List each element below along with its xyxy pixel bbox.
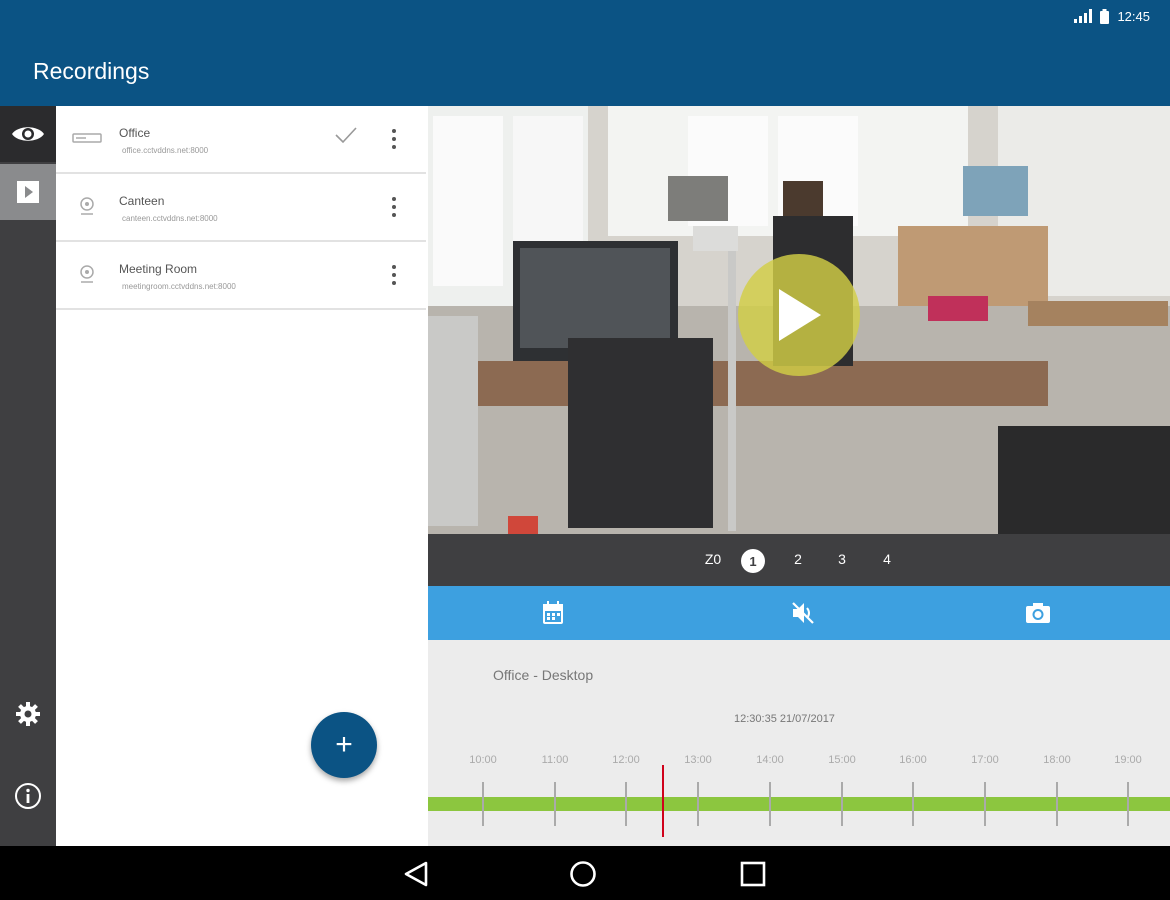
clock: 12:45 [1117,8,1150,24]
hour-label: 13:00 [684,754,712,766]
dvr-icon [72,133,102,143]
webcam-icon [80,197,94,215]
playhead[interactable] [662,765,664,837]
rail-recordings[interactable] [0,164,56,220]
pager-page-1[interactable]: 1 [741,549,765,573]
back-triangle-icon [404,861,428,887]
back-button[interactable] [400,858,432,890]
play-button[interactable] [738,254,860,376]
hour-label: 15:00 [828,754,856,766]
rail-info[interactable] [0,768,56,824]
camera-item-office[interactable]: Office office.cctvddns.net:8000 [56,106,426,174]
app-root: 12:45 Recordings Office office.cctvddns.… [0,0,1170,900]
hour-label: 10:00 [469,754,497,766]
clip-title: Office - Desktop [493,667,594,683]
channel-pager: Z0 1 2 3 4 [428,534,1170,586]
hour-tick [841,782,843,826]
calendar-button[interactable] [539,599,567,627]
pager-page-3[interactable]: 3 [830,551,854,567]
eye-icon [12,127,44,141]
camera-icon [1026,603,1050,623]
app-bar: 12:45 Recordings [0,0,1170,106]
camera-item-canteen[interactable]: Canteen canteen.cctvddns.net:8000 [56,174,426,242]
check-icon [335,127,357,144]
hour-tick [554,782,556,826]
camera-item-meeting-room[interactable]: Meeting Room meetingroom.cctvddns.net:80… [56,242,426,310]
hour-tick [625,782,627,826]
hour-tick [1127,782,1129,826]
hour-tick [697,782,699,826]
hour-label: 19:00 [1114,754,1142,766]
recording-bar[interactable] [428,797,1170,811]
info-icon [15,783,41,809]
hour-label: 17:00 [971,754,999,766]
home-circle-icon [570,861,596,887]
calendar-icon [543,601,563,624]
recents-button[interactable] [737,858,769,890]
pager-page-2[interactable]: 2 [786,551,810,567]
camera-address: meetingroom.cctvddns.net:8000 [122,282,236,291]
camera-name: Office [119,126,151,140]
snapshot-button[interactable] [1024,599,1052,627]
hour-label: 16:00 [899,754,927,766]
hour-tick [912,782,914,826]
page-title: Recordings [33,58,150,84]
hour-tick [769,782,771,826]
hour-tick [984,782,986,826]
hour-tick [482,782,484,826]
playback-toolbar [428,586,1170,640]
timeline-panel: Office - Desktop 12:30:35 21/07/2017 10:… [428,640,1170,846]
rail-settings[interactable] [0,686,56,742]
hour-label: 12:00 [612,754,640,766]
mute-button[interactable] [789,599,817,627]
hour-label: 11:00 [541,754,569,766]
system-nav-bar [0,846,1170,900]
current-timestamp: 12:30:35 21/07/2017 [734,713,835,725]
webcam-icon [80,265,94,283]
camera-address: office.cctvddns.net:8000 [122,146,209,155]
hour-label: 14:00 [756,754,784,766]
add-camera-button[interactable]: + [311,712,377,778]
play-icon [779,289,821,341]
pager-prefix[interactable]: Z0 [701,551,725,567]
home-button[interactable] [567,858,599,890]
camera-address: canteen.cctvddns.net:8000 [122,214,218,223]
mute-icon [792,602,814,624]
nav-rail [0,106,56,846]
hour-tick [1056,782,1058,826]
overflow-menu-icon[interactable] [386,194,402,220]
overflow-menu-icon[interactable] [386,262,402,288]
hour-label: 18:00 [1043,754,1071,766]
pager-page-4[interactable]: 4 [875,551,899,567]
video-preview[interactable] [428,106,1170,534]
camera-name: Canteen [119,194,165,208]
status-bar: 12:45 [1074,6,1150,26]
camera-name: Meeting Room [119,262,198,276]
rail-live-view[interactable] [0,106,56,162]
signal-icon [1074,9,1093,23]
play-square-icon [17,181,39,203]
recents-square-icon [740,861,766,887]
overflow-menu-icon[interactable] [386,126,402,152]
gear-icon [16,702,40,726]
battery-icon [1100,8,1110,24]
